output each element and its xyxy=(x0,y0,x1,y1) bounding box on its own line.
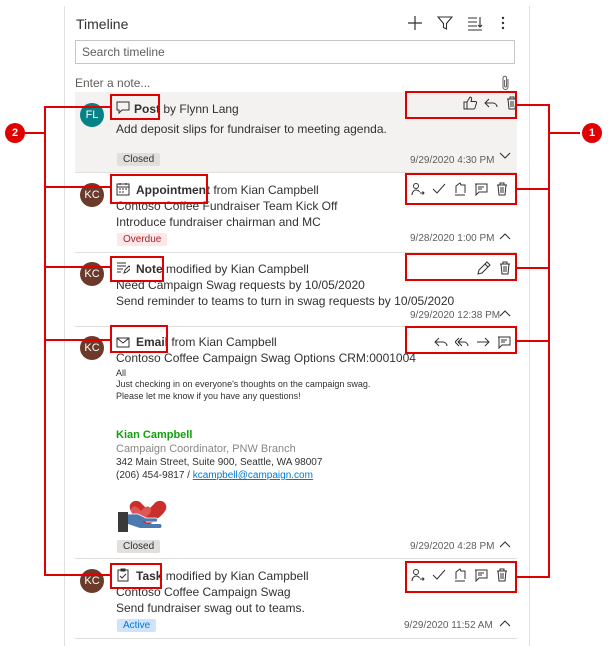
signature-name: Kian Campbell xyxy=(116,429,193,441)
status-badge: Active xyxy=(117,619,157,632)
record-title-rest: modified by Kian Campbell xyxy=(162,569,309,583)
record-title-rest: from Kian Campbell xyxy=(168,335,277,349)
status-badge: Closed xyxy=(117,153,161,166)
filter-icon[interactable] xyxy=(436,14,454,32)
callout-line xyxy=(44,339,110,341)
callout-line xyxy=(517,340,550,342)
chevron-down-icon[interactable] xyxy=(499,152,511,163)
callout-line xyxy=(517,267,550,269)
callout-box-actions xyxy=(405,173,517,205)
email-subject: Contoso Coffee Campaign Swag Options CRM… xyxy=(116,351,416,365)
divider xyxy=(75,558,517,559)
callout-box-actions xyxy=(405,326,517,354)
timeline-title: Timeline xyxy=(76,16,129,32)
callout-box-actions xyxy=(405,561,517,593)
callout-line xyxy=(44,106,110,108)
signature-address: 342 Main Street, Suite 900, Seattle, WA … xyxy=(116,457,323,468)
callout-box-record-type xyxy=(110,94,160,120)
signature-image xyxy=(116,492,174,539)
email-body: Just checking in on everyone's thoughts … xyxy=(116,379,371,389)
callout-number-1: 1 xyxy=(582,123,602,143)
record-title-rest: from Kian Campbell xyxy=(210,183,319,197)
search-input[interactable]: Search timeline xyxy=(75,40,515,64)
status-badge: Overdue xyxy=(117,233,168,246)
record-title-rest: modified by Kian Campbell xyxy=(162,262,309,276)
signature-email-link[interactable]: kcampbell@campaign.com xyxy=(193,470,313,481)
signature-phone: (206) 454-9817 / xyxy=(116,470,193,481)
chevron-up-icon[interactable] xyxy=(499,309,511,320)
callout-box-actions xyxy=(405,253,517,281)
callout-box-record-type xyxy=(110,563,162,589)
record-date: 9/29/2020 12:38 PM xyxy=(410,310,501,321)
chevron-up-icon[interactable] xyxy=(499,540,511,551)
record-line: Add deposit slips for fundraiser to meet… xyxy=(116,122,387,136)
callout-line xyxy=(44,574,110,576)
callout-line xyxy=(24,132,46,134)
callout-line xyxy=(517,188,550,190)
record-line: Send reminder to teams to turn in swag r… xyxy=(116,294,455,308)
record-date: 9/28/2020 1:00 PM xyxy=(410,233,495,244)
callout-line xyxy=(44,186,110,188)
email-body: All xyxy=(116,368,127,378)
record-date: 9/29/2020 11:52 AM xyxy=(404,620,493,631)
chevron-up-icon[interactable] xyxy=(499,619,511,630)
avatar: KC xyxy=(80,569,104,593)
status-badge: Closed xyxy=(117,540,161,553)
callout-box-record-type xyxy=(110,325,168,353)
note-input[interactable]: Enter a note... xyxy=(75,76,150,90)
callout-number-2: 2 xyxy=(5,123,25,143)
record-title-rest: by Flynn Lang xyxy=(160,102,239,116)
callout-box-record-type xyxy=(110,256,164,282)
callout-box-actions xyxy=(405,91,517,119)
callout-line xyxy=(517,104,550,106)
more-icon[interactable] xyxy=(494,14,512,32)
chevron-up-icon[interactable] xyxy=(499,232,511,243)
signature-contact: (206) 454-9817 / kcampbell@campaign.com xyxy=(116,470,313,481)
divider xyxy=(75,638,517,639)
record-line: Send fundraiser swag out to teams. xyxy=(116,601,305,615)
record-date: 9/29/2020 4:30 PM xyxy=(410,155,495,166)
add-icon[interactable] xyxy=(406,14,424,32)
email-body: Please let me know if you have any quest… xyxy=(116,391,301,401)
callout-line xyxy=(548,132,580,134)
callout-line xyxy=(517,576,550,578)
signature-role: Campaign Coordinator, PNW Branch xyxy=(116,443,296,455)
callout-line xyxy=(44,266,110,268)
callout-box-record-type xyxy=(110,174,208,204)
sort-icon[interactable] xyxy=(466,14,484,32)
record-line: Introduce fundraiser chairman and MC xyxy=(116,215,321,229)
record-date: 9/29/2020 4:28 PM xyxy=(410,541,495,552)
